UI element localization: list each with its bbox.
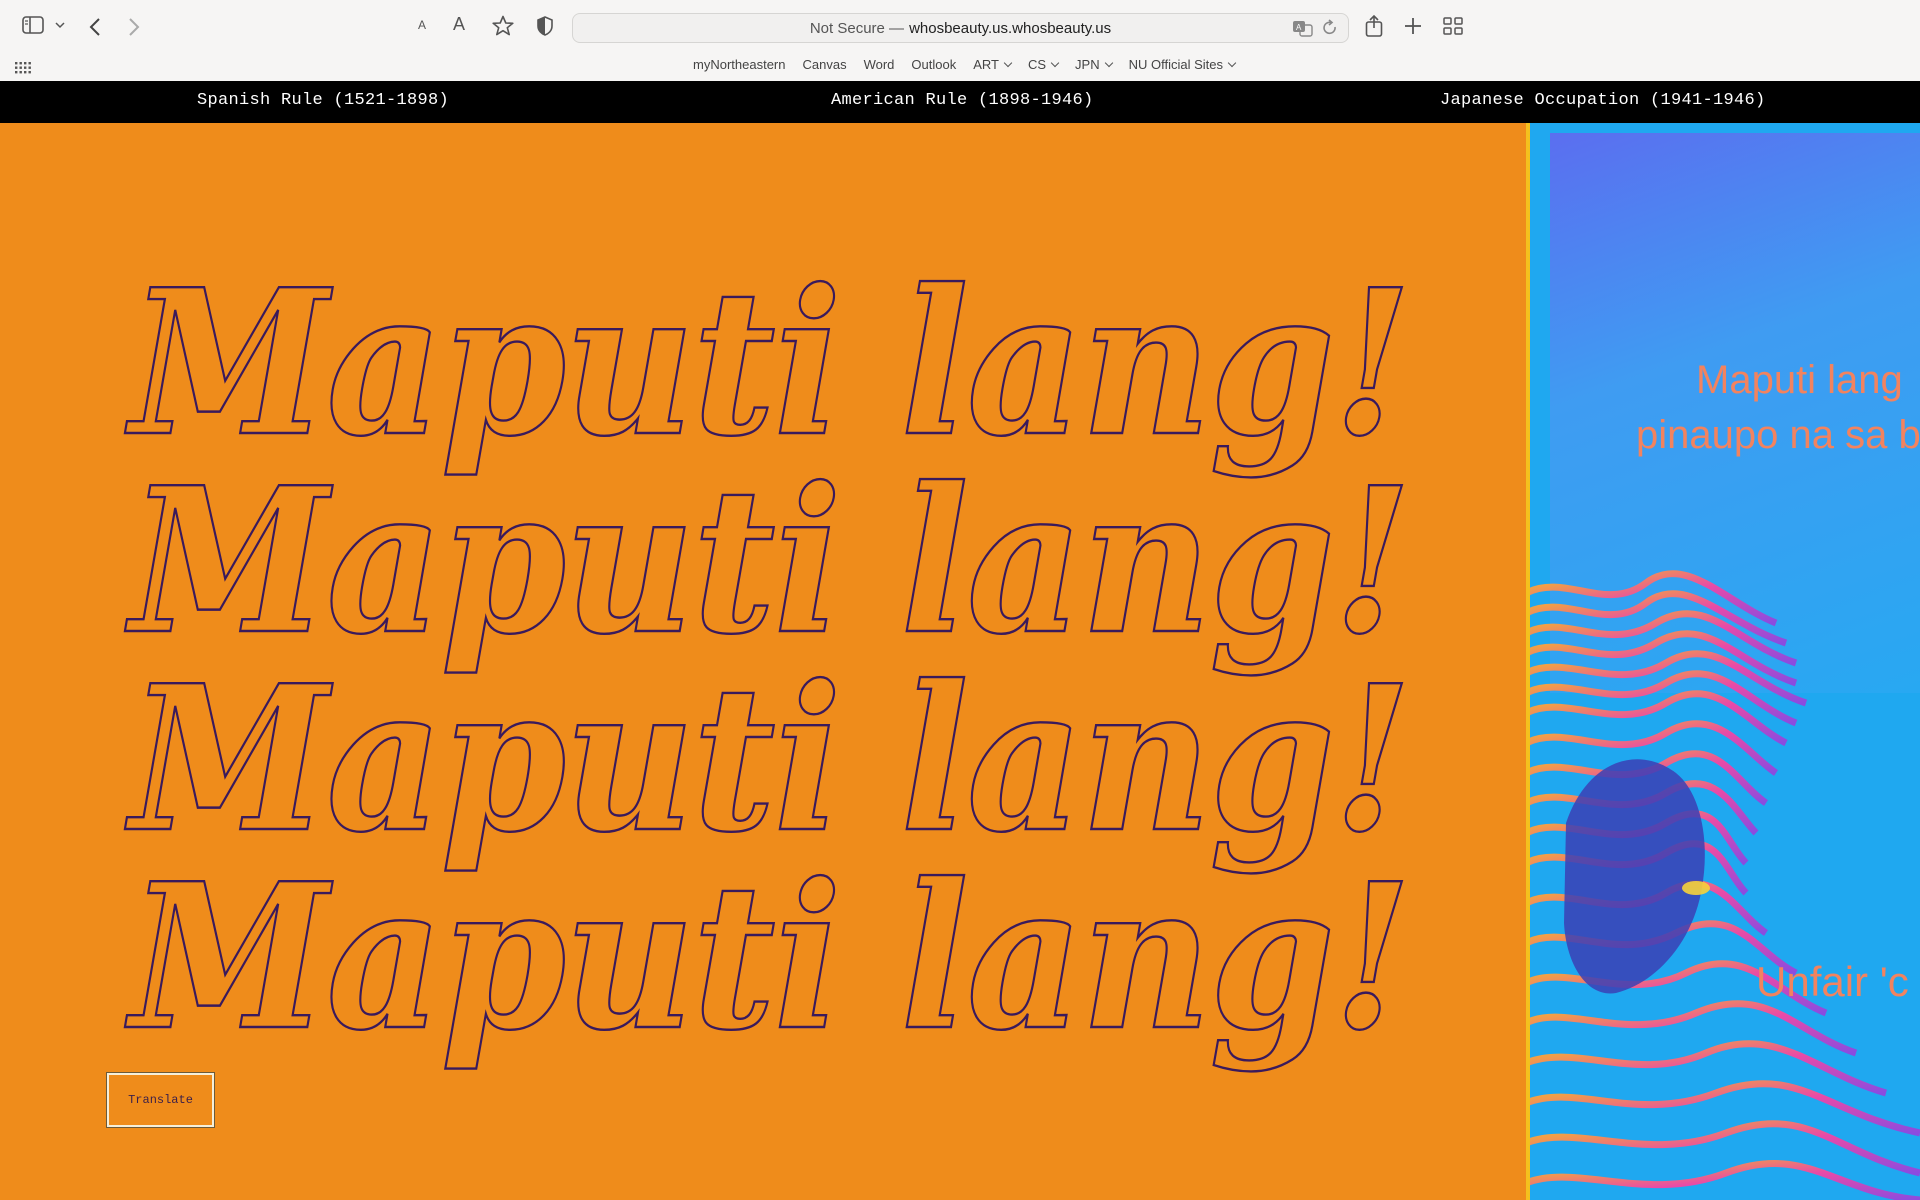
chevron-left-icon[interactable] — [89, 17, 101, 37]
bookmarks-bar: myNortheastern Canvas Word Outlook ART CS JPN N… — [0, 54, 1920, 81]
bookmark-item[interactable]: CS — [1027, 57, 1060, 72]
chevron-down-icon — [1050, 58, 1060, 67]
poster-image: Maputi lang pinaupo na sa b Unfair 'c — [1526, 123, 1920, 1200]
poster-edge — [1526, 123, 1530, 1200]
nav-link-japanese-occupation[interactable]: Japanese Occupation (1941-1946) — [1440, 91, 1766, 110]
bookmark-item[interactable]: JPN — [1075, 57, 1113, 72]
shield-icon[interactable] — [537, 16, 553, 36]
browser-toolbar: A A Not Secure — whosbeauty.us.whosbeaut… — [0, 0, 1920, 54]
nav-link-american-rule[interactable]: American Rule (1898-1946) — [831, 91, 1094, 110]
chevron-right-icon[interactable] — [128, 17, 140, 37]
chevron-down-icon — [1104, 58, 1113, 67]
sidebar-icon[interactable] — [22, 16, 44, 34]
text-smaller-icon[interactable]: A — [418, 18, 426, 32]
translate-button[interactable]: Translate — [106, 1072, 215, 1128]
text-larger-icon[interactable]: A — [453, 14, 465, 35]
plus-icon[interactable] — [1403, 16, 1423, 36]
bookmark-label: Word — [863, 57, 895, 72]
bookmark-label: myNortheastern — [693, 57, 786, 72]
bookmark-item[interactable]: myNortheastern — [693, 57, 785, 72]
security-label: Not Secure — — [809, 19, 905, 37]
bookmark-label: Canvas — [802, 57, 847, 72]
poster-text-line-2: pinaupo na sa b — [1636, 413, 1920, 457]
svg-text:A: A — [1296, 23, 1302, 32]
chevron-down-icon — [1227, 58, 1237, 67]
headline-stack: Maputi lang! Maputi lang! Maputi lang! M… — [123, 245, 1413, 1076]
poster-text-line-1: Maputi lang — [1696, 358, 1903, 402]
chevron-down-icon — [1003, 58, 1013, 67]
bookmark-list: myNortheastern Canvas Word Outlook ART CS JPN N… — [693, 57, 1237, 72]
bookmark-item[interactable]: ART — [973, 57, 1013, 72]
headline-line-4: Maputi lang! — [125, 840, 1410, 1075]
bookmark-label: JPN — [1075, 57, 1100, 72]
share-icon[interactable] — [1365, 14, 1383, 38]
bookmark-label: NU Official Sites — [1128, 57, 1223, 72]
poster-text-line-3: Unfair 'c — [1756, 958, 1909, 1005]
bookmark-item[interactable]: Outlook — [911, 57, 956, 72]
address-domain: whosbeauty.us.whosbeauty.us — [909, 19, 1112, 37]
chevron-down-icon[interactable] — [55, 22, 65, 29]
reload-icon[interactable] — [1322, 19, 1338, 41]
address-bar[interactable]: Not Secure — whosbeauty.us.whosbeauty.us… — [572, 13, 1349, 43]
star-icon[interactable] — [492, 15, 514, 37]
translate-icon[interactable]: A — [1292, 19, 1314, 41]
bookmark-item[interactable]: NU Official Sites — [1128, 57, 1237, 72]
grid-icon[interactable] — [1443, 17, 1463, 35]
bookmark-label: CS — [1027, 57, 1047, 72]
bookmark-item[interactable]: Word — [864, 57, 895, 72]
bookmark-label: ART — [973, 57, 999, 72]
bookmark-label: Outlook — [911, 57, 957, 72]
hero-section: Maputi lang! Maputi lang! Maputi lang! M… — [0, 123, 1526, 1200]
nav-link-spanish-rule[interactable]: Spanish Rule (1521-1898) — [197, 91, 449, 110]
apps-grid-icon[interactable] — [15, 62, 31, 74]
bookmark-item[interactable]: Canvas — [802, 57, 846, 72]
site-nav: Spanish Rule (1521-1898) American Rule (… — [0, 81, 1920, 123]
poster-figure-art — [1526, 570, 1920, 1200]
